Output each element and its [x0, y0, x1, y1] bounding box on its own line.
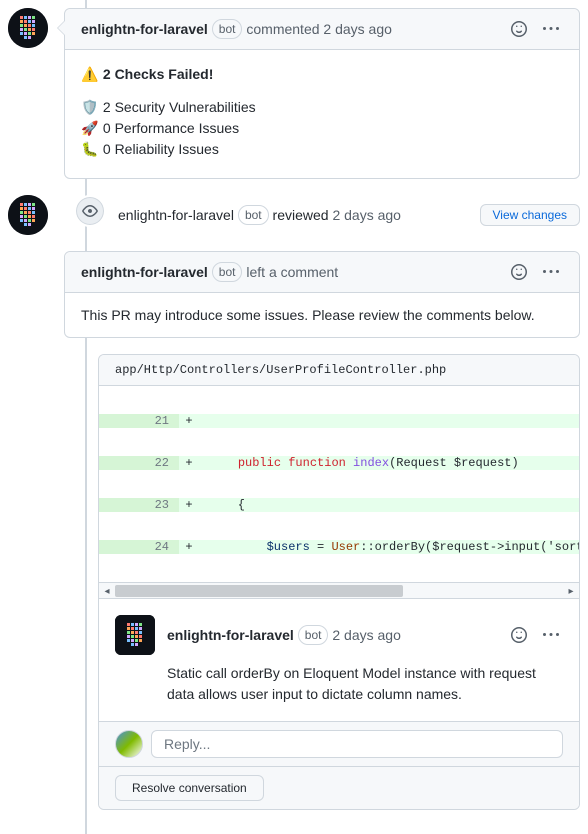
- reliability-text: 0 Reliability Issues: [103, 141, 219, 157]
- author-link[interactable]: enlightn-for-laravel: [81, 264, 208, 280]
- comment-header: enlightn-for-laravel bot left a comment: [65, 252, 579, 293]
- file-diff-box: app/Http/Controllers/UserProfileControll…: [98, 354, 580, 810]
- code-line: $users = User::orderBy($request->input('…: [199, 540, 579, 554]
- comment-verb: commented: [246, 21, 319, 37]
- code-line: public function index(Request $request): [199, 456, 579, 470]
- shield-icon: 🛡️: [81, 99, 99, 116]
- author-link[interactable]: enlightn-for-laravel: [118, 207, 234, 223]
- review-body-text: This PR may introduce some issues. Pleas…: [65, 293, 579, 337]
- rocket-icon: 🚀: [81, 120, 99, 137]
- line-number: 21: [99, 414, 179, 428]
- code-line: [199, 414, 579, 428]
- diff-table: 21+ 22+ public function index(Request $r…: [99, 386, 579, 582]
- kebab-menu-icon[interactable]: [539, 260, 563, 284]
- kebab-menu-icon[interactable]: [539, 17, 563, 41]
- current-user-avatar[interactable]: [115, 730, 143, 758]
- inline-comment-body: Static call orderBy on Eloquent Model in…: [167, 663, 563, 705]
- scroll-right-icon[interactable]: ▸: [563, 583, 579, 598]
- comment-header: enlightn-for-laravel bot commented 2 day…: [65, 9, 579, 50]
- emoji-react-icon[interactable]: [507, 17, 531, 41]
- avatar[interactable]: [115, 615, 155, 655]
- emoji-react-icon[interactable]: [507, 260, 531, 284]
- line-number: 22: [99, 456, 179, 470]
- scroll-left-icon[interactable]: ◂: [99, 583, 115, 598]
- view-changes-button[interactable]: View changes: [480, 204, 581, 226]
- bot-badge: bot: [212, 262, 243, 282]
- inline-comment: enlightn-for-laravel bot 2 days ago Stat…: [99, 598, 579, 721]
- kebab-menu-icon[interactable]: [539, 623, 563, 647]
- horizontal-scrollbar[interactable]: ◂ ▸: [99, 582, 579, 598]
- comment-body: ⚠️ 2 Checks Failed! 🛡️ 2 Security Vulner…: [65, 50, 579, 178]
- comment-time[interactable]: 2 days ago: [323, 21, 392, 37]
- comment-box: enlightn-for-laravel bot commented 2 day…: [64, 8, 580, 179]
- code-line: {: [199, 498, 579, 512]
- reply-input[interactable]: Reply...: [151, 730, 563, 758]
- performance-text: 0 Performance Issues: [103, 120, 239, 136]
- review-summary-box: enlightn-for-laravel bot left a comment …: [64, 251, 580, 338]
- line-number: 23: [99, 498, 179, 512]
- scroll-thumb[interactable]: [115, 585, 403, 597]
- author-link[interactable]: enlightn-for-laravel: [81, 21, 208, 37]
- reply-row: Reply...: [99, 721, 579, 766]
- left-comment-text: left a comment: [246, 264, 338, 280]
- resolve-row: Resolve conversation: [99, 766, 579, 809]
- bug-icon: 🐛: [81, 141, 99, 158]
- review-time[interactable]: 2 days ago: [332, 207, 401, 223]
- resolve-conversation-button[interactable]: Resolve conversation: [115, 775, 264, 801]
- bot-badge: bot: [238, 205, 269, 225]
- line-number: 24: [99, 540, 179, 554]
- file-path[interactable]: app/Http/Controllers/UserProfileControll…: [99, 355, 579, 386]
- review-verb: reviewed: [273, 207, 329, 223]
- avatar[interactable]: [8, 195, 48, 235]
- review-eye-icon: [74, 195, 106, 227]
- bot-badge: bot: [212, 19, 243, 39]
- inline-comment-time[interactable]: 2 days ago: [332, 627, 401, 643]
- checks-failed-text: 2 Checks Failed!: [103, 66, 214, 82]
- warning-icon: ⚠️: [81, 66, 99, 83]
- avatar[interactable]: [8, 8, 48, 48]
- author-link[interactable]: enlightn-for-laravel: [167, 627, 294, 643]
- security-text: 2 Security Vulnerabilities: [103, 99, 256, 115]
- bot-badge: bot: [298, 625, 329, 645]
- emoji-react-icon[interactable]: [507, 623, 531, 647]
